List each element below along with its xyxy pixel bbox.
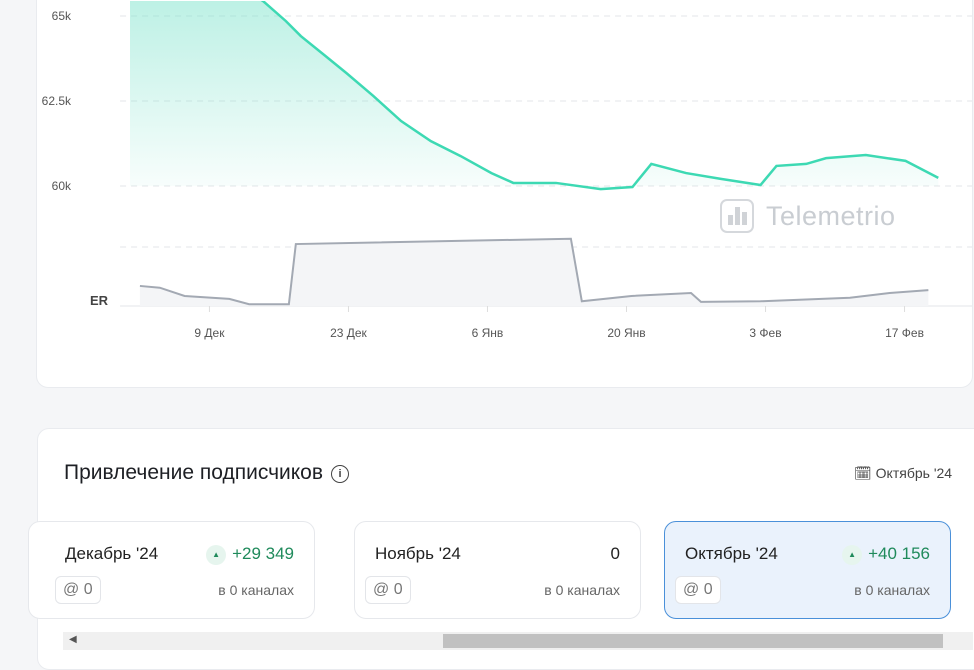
month-card[interactable]: Ноябрь '24 0 @ 0 в 0 каналах (354, 521, 641, 619)
x-tick-label: 9 Дек (194, 326, 225, 340)
subscribers-chart-card: 65k 62.5k 60k ER 9 Дек 23 Дек 6 Янв 20 Янв 3 Фев… (36, 0, 973, 388)
x-tick-label: 3 Фев (749, 326, 781, 340)
month-value: ▲ +40 156 (842, 544, 930, 565)
period-selector[interactable]: 🗓 Октябрь '24 (854, 465, 952, 482)
month-value: 0 (610, 544, 620, 563)
scrollbar-thumb[interactable] (443, 634, 943, 648)
x-tick-label: 17 Фев (885, 326, 924, 340)
scroll-left-icon[interactable]: ◀ (69, 634, 77, 645)
info-icon[interactable]: i (331, 465, 350, 483)
subscribers-chart: 65k 62.5k 60k ER 9 Дек 23 Дек 6 Янв 20 Янв 3 Фев… (42, 1, 972, 340)
channels-count: в 0 каналах (218, 582, 294, 598)
x-tick-label: 20 Янв (607, 326, 645, 340)
x-tick-label: 23 Дек (330, 326, 367, 340)
arrow-up-icon: ▲ (842, 545, 863, 565)
month-card[interactable]: Декабрь '24 ▲ +29 349 @ 0 в 0 каналах (28, 521, 315, 619)
channels-count: в 0 каналах (544, 582, 620, 598)
section-title: Привлечение подписчиков i (64, 461, 350, 485)
y-tick-label: 62.5k (42, 94, 72, 108)
horizontal-scrollbar[interactable]: ◀ (63, 632, 973, 650)
y-tick-label: 65k (52, 9, 72, 23)
month-name: Декабрь '24 (65, 544, 159, 563)
calendar-icon: 🗓 (854, 465, 872, 481)
mentions-badge: @ 0 (55, 576, 101, 604)
y-tick-label: 60k (52, 179, 72, 193)
er-label: ER (90, 293, 109, 308)
mentions-badge: @ 0 (365, 576, 411, 604)
channels-count: в 0 каналах (854, 582, 930, 598)
month-name: Октябрь '24 (685, 544, 778, 563)
mentions-badge: @ 0 (675, 576, 721, 604)
subscriber-acquisition-card: Привлечение подписчиков i 🗓 Октябрь '24 Д… (28, 428, 974, 670)
x-tick-label: 6 Янв (472, 326, 504, 340)
telemetrio-watermark: Telemetrio (720, 199, 896, 233)
month-card[interactable]: Октябрь '24 ▲ +40 156 @ 0 в 0 каналах (664, 521, 951, 619)
month-name: Ноябрь '24 (375, 544, 461, 563)
er-area (139, 238, 929, 306)
month-value: ▲ +29 349 (206, 544, 294, 565)
arrow-up-icon: ▲ (206, 545, 227, 565)
bar-chart-logo-icon (720, 199, 754, 233)
